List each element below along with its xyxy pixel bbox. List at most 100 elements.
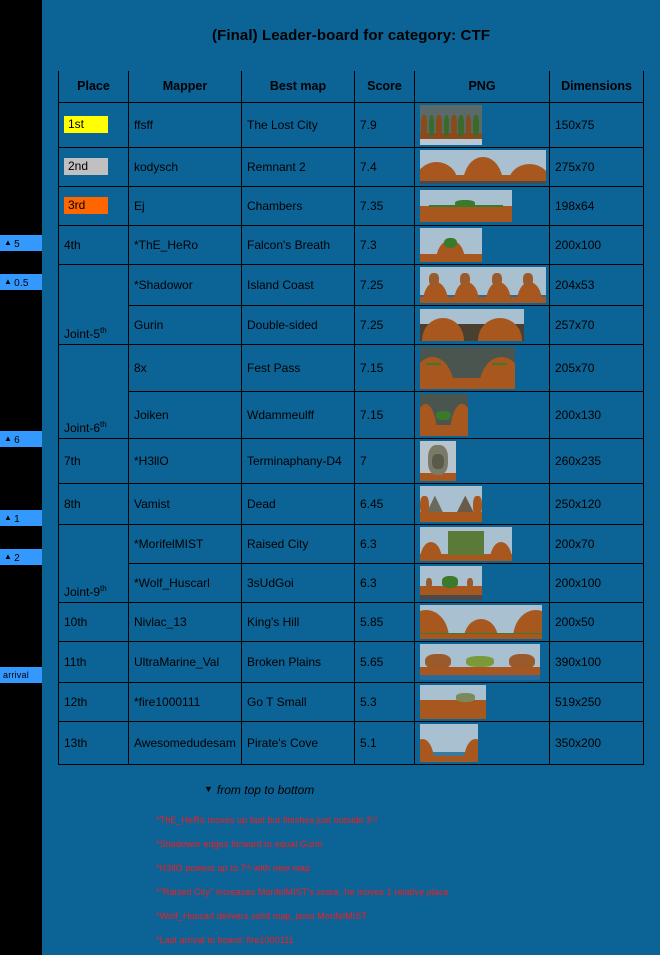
- table-row[interactable]: Joint-9th *MorifelMIST Raised City 6.3 200x7…: [58, 524, 644, 603]
- map-thumbnail[interactable]: [420, 227, 482, 262]
- column-header-best-map[interactable]: Best map: [241, 71, 355, 103]
- table-row[interactable]: Joint-6th 8x Fest Pass 7.15 205x70: [58, 344, 644, 439]
- map-thumbnail[interactable]: [420, 565, 482, 600]
- map-thumbnail[interactable]: [420, 485, 482, 522]
- best-map-cell: Go T Small: [241, 682, 355, 722]
- map-thumbnail[interactable]: [420, 346, 515, 389]
- mapper-cell: Ej: [128, 186, 242, 226]
- column-header-png[interactable]: PNG: [414, 71, 550, 103]
- map-thumbnail[interactable]: [420, 104, 482, 145]
- score-cell: 5.65: [354, 641, 415, 683]
- badge-label: 1: [14, 514, 20, 525]
- png-cell: [414, 563, 550, 603]
- thumbnail-terrain: [420, 675, 540, 680]
- badge-label: 5: [14, 239, 20, 250]
- thumbnail-terrain: [420, 700, 486, 719]
- table-row[interactable]: 12th *fire1000111 Go T Small 5.3 519x250: [58, 682, 644, 722]
- thumbnail-terrain: [420, 496, 429, 516]
- table-row[interactable]: 10th Nivlac_13 King's Hill 5.85 200x50: [58, 602, 644, 642]
- footnote-heading: ▼ from top to bottom: [152, 783, 660, 797]
- thumbnail-terrain: [420, 424, 468, 436]
- table-row[interactable]: 7th *H3llO Terminaphany-D4 7 260x235: [58, 438, 644, 484]
- thumbnail-terrain: [442, 576, 459, 588]
- thumbnail-terrain: [420, 254, 482, 262]
- up-arrow-icon: ▲: [4, 513, 13, 522]
- badge-up-2[interactable]: ▲ 2: [0, 549, 42, 565]
- map-thumbnail[interactable]: [420, 643, 540, 680]
- table-row[interactable]: Gurin Double-sided 7.25 257x70: [59, 305, 644, 345]
- map-thumbnail[interactable]: [420, 189, 512, 222]
- map-thumbnail[interactable]: [420, 604, 542, 639]
- table-row[interactable]: 1st ffsff The Lost City 7.9 150x75: [58, 102, 644, 148]
- thumbnail-terrain: [492, 362, 508, 365]
- thumbnail-terrain: [523, 273, 534, 286]
- dimensions-cell: 150x75: [549, 102, 644, 148]
- up-arrow-icon: ▲: [4, 434, 13, 443]
- mapper-cell: Vamist: [128, 483, 242, 525]
- joint-place-cell: Joint-9th: [58, 524, 129, 603]
- map-thumbnail[interactable]: [420, 266, 546, 303]
- table-row[interactable]: 3rd Ej Chambers 7.35 198x64: [58, 186, 644, 226]
- badge-up-0.5[interactable]: ▲ 0.5: [0, 274, 42, 290]
- map-thumbnail[interactable]: [420, 393, 468, 436]
- joint-place-label: Joint-6th: [64, 419, 107, 435]
- table-row[interactable]: 11th UltraMarine_Val Broken Plains 5.65 390x…: [58, 641, 644, 683]
- best-map-cell: Raised City: [241, 524, 355, 564]
- column-header-dimensions[interactable]: Dimensions: [549, 71, 644, 103]
- table-row[interactable]: 4th *ThE_HeRo Falcon's Breath 7.3 200x100: [58, 225, 644, 265]
- mapper-cell: Gurin: [128, 305, 242, 345]
- png-cell: [414, 438, 550, 484]
- ordinal-suffix: th: [100, 583, 107, 593]
- column-header-place[interactable]: Place: [58, 71, 129, 103]
- footnotes-section: ▼ from top to bottom *ThE_HeRo moves up f…: [42, 783, 660, 945]
- joint-place-cell: Joint-6th: [58, 344, 129, 439]
- map-thumbnail[interactable]: [420, 684, 486, 719]
- dimensions-cell: 257x70: [549, 305, 644, 345]
- medal-badge-silver: 2nd: [64, 158, 108, 175]
- dimensions-cell: 200x100: [549, 563, 644, 603]
- map-thumbnail[interactable]: [420, 526, 512, 561]
- best-map-cell: Falcon's Breath: [241, 225, 355, 265]
- column-header-score[interactable]: Score: [354, 71, 415, 103]
- mapper-cell: UltraMarine_Val: [128, 641, 242, 683]
- table-row[interactable]: Joint-5th *Shadowor Island Coast 7.25 204x53: [58, 264, 644, 345]
- table-row[interactable]: 8th Vamist Dead 6.45 250x120: [58, 483, 644, 525]
- badge-up-6[interactable]: ▲ 6: [0, 431, 42, 447]
- main-panel: (Final) Leader-board for category: CTF P…: [42, 0, 660, 955]
- mapper-cell: *ThE_HeRo: [128, 225, 242, 265]
- column-header-mapper[interactable]: Mapper: [128, 71, 242, 103]
- page-title: (Final) Leader-board for category: CTF: [212, 27, 490, 44]
- place-cell: 12th: [58, 682, 129, 722]
- png-cell: [414, 483, 550, 525]
- dimensions-cell: 198x64: [549, 186, 644, 226]
- place-cell: 1st: [58, 102, 129, 148]
- badge-up-5[interactable]: ▲ 5: [0, 235, 42, 251]
- dimensions-cell: 350x200: [549, 721, 644, 765]
- place-cell: 7th: [58, 438, 129, 484]
- map-thumbnail[interactable]: [420, 308, 524, 341]
- png-cell: [414, 721, 550, 765]
- table-row[interactable]: 13th Awesomedudesam Pirate's Cove 5.1 350x20…: [58, 721, 644, 765]
- map-thumbnail[interactable]: [420, 440, 456, 481]
- thumbnail-terrain: [420, 756, 478, 762]
- thumbnail-terrain: [428, 114, 435, 137]
- map-thumbnail[interactable]: [420, 149, 546, 184]
- png-cell: [414, 682, 550, 722]
- table-row[interactable]: 2nd kodysch Remnant 2 7.4 275x70: [58, 147, 644, 187]
- table-row[interactable]: Joiken Wdammeulff 7.15 200x130: [59, 391, 644, 439]
- table-row[interactable]: *Wolf_Huscarl 3sUdGoi 6.3 200x100: [59, 563, 644, 603]
- score-cell: 7.3: [354, 225, 415, 265]
- map-thumbnail[interactable]: [420, 723, 478, 762]
- png-cell: [414, 602, 550, 642]
- png-cell: [414, 524, 550, 564]
- thumbnail-terrain: [428, 273, 439, 286]
- dimensions-cell: 260x235: [549, 438, 644, 484]
- thumbnail-terrain: [443, 114, 450, 137]
- score-cell: 7.4: [354, 147, 415, 187]
- badge-label: 0.5: [14, 278, 29, 289]
- badge-arrival[interactable]: arrival: [0, 667, 42, 683]
- footnote-item: *Last arrival to board: fire1000111: [156, 934, 294, 945]
- place-cell: 11th: [58, 641, 129, 683]
- badge-up-1[interactable]: ▲ 1: [0, 510, 42, 526]
- thumbnail-terrain: [447, 531, 485, 556]
